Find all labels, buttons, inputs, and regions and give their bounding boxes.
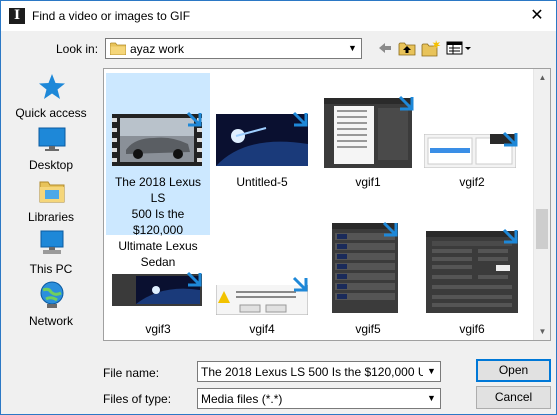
- shortcut-badge-icon: [292, 111, 308, 127]
- file-caption: vgif3: [145, 322, 171, 336]
- scroll-thumb[interactable]: [536, 209, 548, 249]
- file-item-vgif3[interactable]: vgif3: [106, 259, 210, 339]
- place-libraries[interactable]: Libraries: [5, 176, 97, 228]
- vertical-scrollbar[interactable]: ▲ ▼: [533, 69, 550, 340]
- title-bar[interactable]: I Find a video or images to GIF ✕: [1, 1, 556, 31]
- chevron-down-icon[interactable]: ▼: [344, 40, 360, 57]
- file-caption: vgif4: [249, 322, 275, 336]
- file-name-label: File name:: [103, 366, 160, 380]
- open-file-dialog: I Find a video or images to GIF ✕ Look i…: [0, 0, 557, 415]
- file-item-vgif6[interactable]: vgif6: [420, 221, 524, 339]
- chevron-down-icon[interactable]: ▼: [423, 390, 439, 407]
- place-label: Desktop: [28, 158, 74, 172]
- file-item-vgif2[interactable]: vgif2: [420, 73, 524, 193]
- app-icon: I: [9, 8, 25, 24]
- file-list[interactable]: The 2018 Lexus LS 500 Is the $120,000 Ul…: [103, 68, 551, 341]
- chevron-down-icon[interactable]: ▼: [423, 363, 439, 380]
- file-item-vgif1[interactable]: vgif1: [324, 73, 428, 193]
- window-title: Find a video or images to GIF: [32, 9, 191, 23]
- new-folder-icon[interactable]: [421, 39, 441, 57]
- shortcut-badge-icon: [292, 276, 308, 292]
- look-in-label: Look in:: [56, 42, 99, 56]
- scroll-down-icon[interactable]: ▼: [534, 323, 550, 340]
- file-item-vgif5[interactable]: vgif5: [316, 221, 420, 339]
- file-caption: The 2018 Lexus LS 500 Is the $120,000 Ul…: [114, 175, 202, 269]
- cancel-button[interactable]: Cancel: [476, 386, 551, 409]
- star-icon: [39, 74, 65, 99]
- place-label: Quick access: [15, 106, 87, 120]
- shortcut-badge-icon: [398, 95, 414, 111]
- shortcut-badge-icon: [186, 271, 202, 287]
- file-type-label: Files of type:: [103, 392, 172, 406]
- computer-icon: [40, 230, 64, 254]
- file-caption: Untitled-5: [236, 175, 288, 189]
- look-in-dropdown[interactable]: ayaz work ▼: [105, 38, 362, 59]
- scroll-up-icon[interactable]: ▲: [534, 69, 550, 86]
- place-desktop[interactable]: Desktop: [5, 124, 97, 176]
- back-arrow-icon[interactable]: [377, 39, 393, 57]
- file-item-lexus[interactable]: The 2018 Lexus LS 500 Is the $120,000 Ul…: [106, 73, 210, 269]
- place-label: Libraries: [27, 210, 75, 224]
- shortcut-badge-icon: [502, 131, 518, 147]
- file-name-field[interactable]: The 2018 Lexus LS 500 Is the $120,000 Ul…: [197, 361, 441, 382]
- place-quick-access[interactable]: Quick access: [5, 72, 97, 124]
- place-this-pc[interactable]: This PC: [5, 228, 97, 280]
- file-caption: vgif5: [355, 322, 381, 336]
- file-caption: vgif2: [459, 175, 485, 189]
- folder-icon: [110, 42, 126, 55]
- places-bar: Quick access Desktop Libraries This PC N…: [5, 67, 97, 341]
- file-name-value: The 2018 Lexus LS 500 Is the $120,000 Ul…: [201, 365, 423, 379]
- network-icon: [40, 281, 64, 308]
- shortcut-badge-icon: [186, 111, 202, 127]
- view-menu-icon[interactable]: [446, 39, 472, 57]
- file-item-untitled-5[interactable]: Untitled-5: [210, 73, 314, 193]
- desktop-icon: [38, 127, 66, 151]
- file-item-vgif4[interactable]: vgif4: [210, 259, 314, 339]
- close-button[interactable]: ✕: [526, 5, 548, 27]
- place-network[interactable]: Network: [5, 280, 97, 332]
- place-label: This PC: [29, 262, 73, 276]
- libraries-icon: [39, 181, 65, 203]
- file-type-value: Media files (*.*): [201, 392, 283, 406]
- up-folder-icon[interactable]: [398, 39, 416, 57]
- shortcut-badge-icon: [502, 228, 518, 244]
- file-caption: vgif6: [459, 322, 485, 336]
- file-type-dropdown[interactable]: Media files (*.*) ▼: [197, 388, 441, 409]
- open-button[interactable]: Open: [476, 359, 551, 382]
- shortcut-badge-icon: [382, 221, 398, 237]
- file-caption: vgif1: [355, 175, 381, 189]
- look-in-value: ayaz work: [130, 42, 185, 56]
- place-label: Network: [28, 314, 73, 328]
